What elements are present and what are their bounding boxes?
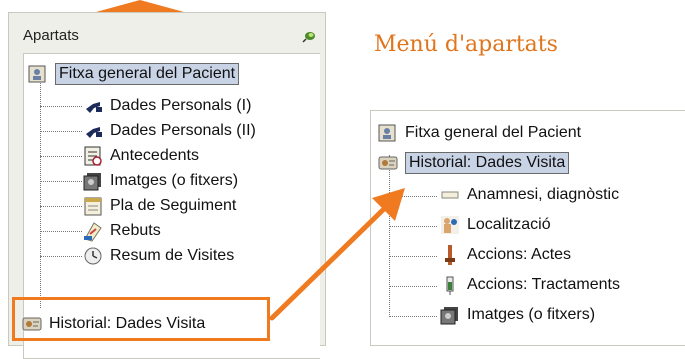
connector-arrow — [269, 188, 405, 321]
